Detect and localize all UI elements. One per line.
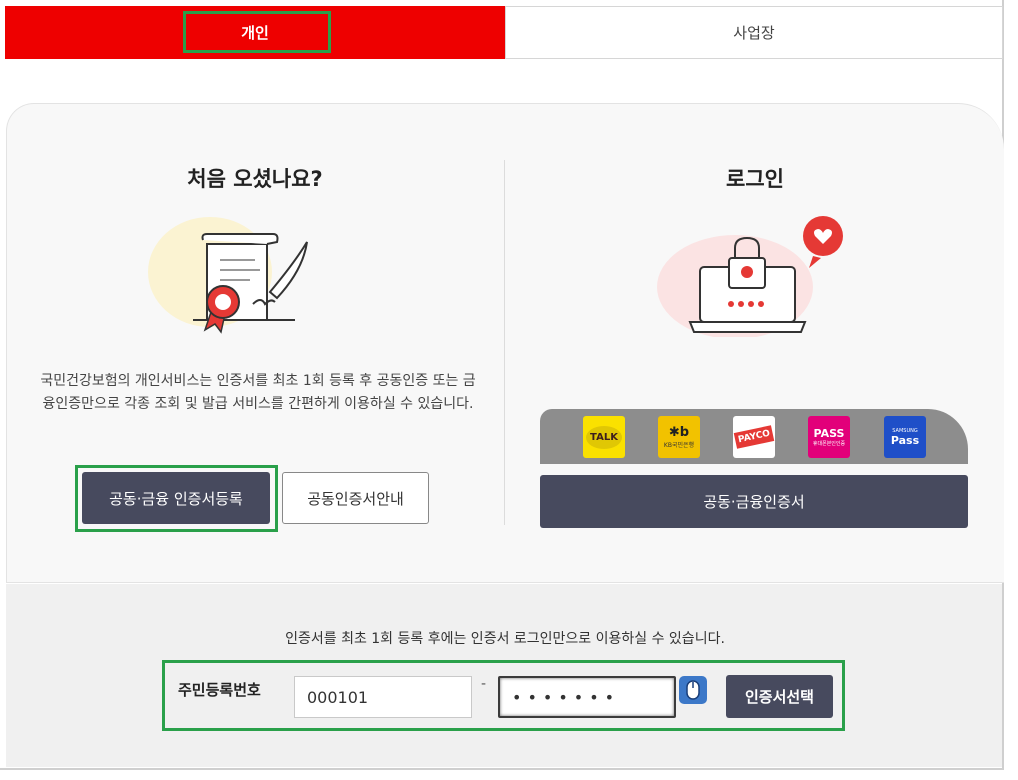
kb-mark: ✱b: [668, 425, 690, 440]
kakao-talk-label: TALK: [586, 425, 622, 449]
virtual-keyboard-mouse-icon[interactable]: [679, 676, 707, 704]
pass-icon[interactable]: PASS 휴대폰본인인증: [808, 416, 850, 458]
login-heading: 로그인: [726, 167, 784, 191]
cert-guide-button[interactable]: 공동인증서안내: [282, 472, 429, 524]
rrn-separator: -: [481, 676, 487, 692]
kb-bank-icon[interactable]: ✱b KB국민은행: [658, 416, 700, 458]
payco-label: PAYCO: [733, 425, 775, 449]
select-cert-button[interactable]: 인증서선택: [726, 675, 833, 718]
first-visit-heading: 처음 오셨나요?: [187, 167, 323, 191]
pass-label: PASS: [813, 427, 845, 440]
cert-login-note: 인증서를 최초 1회 등록 후에는 인증서 로그인만으로 이용하실 수 있습니다…: [285, 631, 725, 647]
kakao-talk-icon[interactable]: TALK: [583, 416, 625, 458]
pass-sub-label: 휴대폰본인인증: [812, 441, 846, 447]
rrn-back-input[interactable]: •••••••: [498, 676, 676, 718]
payco-icon[interactable]: PAYCO: [733, 416, 775, 458]
first-visit-description: 국민건강보험의 개인서비스는 인증서를 최초 1회 등록 후 공동인증 또는 금…: [40, 373, 476, 412]
register-cert-button[interactable]: 공동·금융 인증서등록: [82, 472, 270, 524]
tab-bar: 개인 사업장: [5, 6, 1003, 59]
mouse-icon: [686, 680, 700, 700]
joint-financial-cert-button[interactable]: 공동·금융인증서: [540, 475, 968, 528]
tab-business[interactable]: 사업장: [505, 6, 1003, 59]
column-divider: [504, 160, 505, 525]
samsung-pass-icon[interactable]: SAMSUNG Pass: [884, 416, 926, 458]
tab-personal[interactable]: 개인: [5, 6, 505, 59]
samsung-pass-label: Pass: [890, 433, 920, 447]
rrn-label: 주민등록번호: [178, 681, 261, 699]
kb-bank-label: KB국민은행: [663, 442, 695, 449]
laptop-lock-icon: [657, 216, 843, 337]
certificate-icon: [148, 217, 308, 334]
rrn-front-input[interactable]: 000101: [294, 676, 472, 718]
simple-auth-provider-strip: TALK ✱b KB국민은행 PAYCO PASS 휴대폰본인인증 SAMSUN…: [540, 409, 968, 464]
